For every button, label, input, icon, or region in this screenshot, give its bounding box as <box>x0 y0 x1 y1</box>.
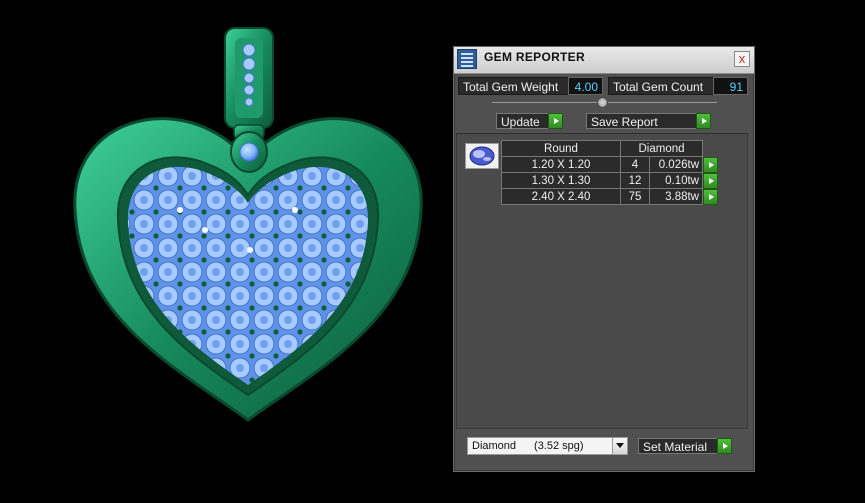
gem-count-cell: 75 <box>620 188 650 205</box>
gem-table: Round Diamond 1.20 X 1.20 4 0.026tw 1.30… <box>501 140 719 205</box>
gem-weight-cell: 0.10tw <box>649 172 703 189</box>
window-title: GEM REPORTER <box>484 50 585 64</box>
play-arrow-icon <box>717 438 732 454</box>
update-button[interactable]: Update <box>496 113 563 129</box>
gem-size-cell: 2.40 X 2.40 <box>501 188 621 205</box>
total-gem-weight-label: Total Gem Weight <box>458 77 569 95</box>
gem-weight-cell: 0.026tw <box>649 156 703 173</box>
gem-count-cell: 12 <box>620 172 650 189</box>
play-arrow-icon <box>696 113 711 129</box>
gem-size-cell: 1.20 X 1.20 <box>501 156 621 173</box>
total-gem-count-label: Total Gem Count <box>608 77 714 95</box>
gem-reporter-icon <box>457 49 477 69</box>
gem-weight-cell: 3.88tw <box>649 188 703 205</box>
collapse-handle-icon[interactable] <box>597 97 608 108</box>
material-name: Diamond <box>472 440 517 452</box>
gem-reporter-panel: GEM REPORTER x Total Gem Weight 4.00 Tot… <box>453 46 755 472</box>
round-gem-icon[interactable] <box>465 143 499 169</box>
set-material-button[interactable]: Set Material <box>638 438 732 454</box>
material-dropdown[interactable]: Diamond (3.52 spg) <box>467 437 628 455</box>
title-bar[interactable]: GEM REPORTER x <box>454 47 754 74</box>
close-button[interactable]: x <box>734 51 750 67</box>
shape-header: Round <box>501 140 621 157</box>
total-gem-count-value: 91 <box>713 77 748 95</box>
table-row[interactable]: 1.30 X 1.30 12 0.10tw <box>501 172 719 189</box>
update-button-label: Update <box>501 115 540 129</box>
heart-pendant-model[interactable] <box>60 20 440 440</box>
save-report-button-label: Save Report <box>591 115 658 129</box>
select-row-arrow-icon[interactable] <box>703 172 718 189</box>
table-row[interactable]: 1.20 X 1.20 4 0.026tw <box>501 156 719 173</box>
gem-count-cell: 4 <box>620 156 650 173</box>
play-arrow-icon <box>548 113 563 129</box>
report-area: Round Diamond 1.20 X 1.20 4 0.026tw 1.30… <box>456 133 748 429</box>
material-header: Diamond <box>620 140 703 157</box>
gem-size-cell: 1.30 X 1.30 <box>501 172 621 189</box>
select-row-arrow-icon[interactable] <box>703 188 718 205</box>
select-row-arrow-icon[interactable] <box>703 156 718 173</box>
material-spg: (3.52 spg) <box>534 440 584 452</box>
table-row[interactable]: 2.40 X 2.40 75 3.88tw <box>501 188 719 205</box>
total-gem-weight-value: 4.00 <box>568 77 603 95</box>
chevron-down-icon[interactable] <box>612 438 627 454</box>
table-header-row: Round Diamond <box>501 140 719 157</box>
set-material-button-label: Set Material <box>643 440 708 454</box>
save-report-button[interactable]: Save Report <box>586 113 711 129</box>
